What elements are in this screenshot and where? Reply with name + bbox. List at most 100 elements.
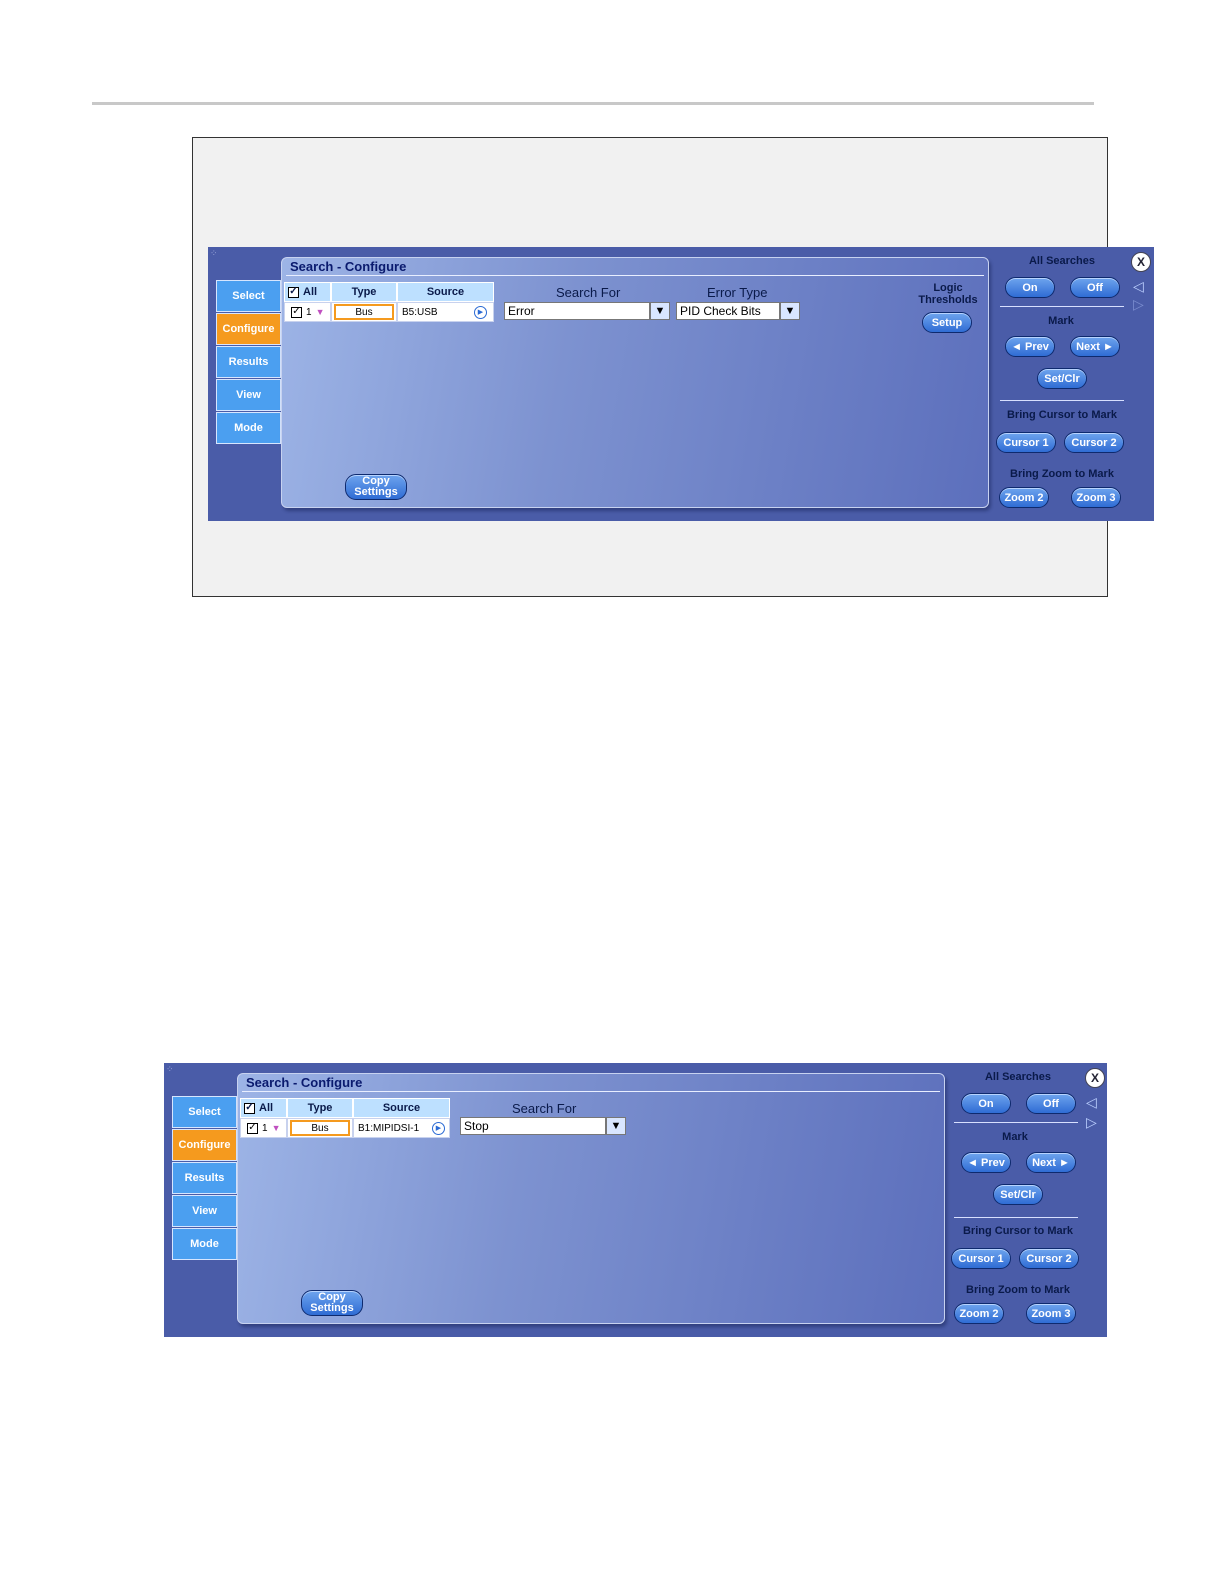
all-searches-off-button[interactable]: Off xyxy=(1070,277,1120,298)
row-checkbox-icon[interactable]: ✓ xyxy=(291,306,302,318)
tab-results[interactable]: Results xyxy=(172,1162,237,1194)
search-for-label: Search For xyxy=(556,285,621,300)
row-source-cell[interactable]: B1:MIPIDSI-1 ▶ xyxy=(353,1118,450,1138)
header-all[interactable]: ✓ All xyxy=(240,1098,287,1118)
all-searches-on-button[interactable]: On xyxy=(1005,277,1055,298)
side-divider-2 xyxy=(1000,400,1124,401)
row-index: 1 xyxy=(306,306,312,318)
cursor2-button[interactable]: Cursor 2 xyxy=(1019,1248,1079,1269)
all-checkbox-icon[interactable]: ✓ xyxy=(244,1102,255,1114)
row-select-cell[interactable]: ✓ 1 ▼ xyxy=(284,302,331,322)
tab-view[interactable]: View xyxy=(172,1195,237,1227)
mark-next-button[interactable]: Next ► xyxy=(1026,1152,1076,1173)
source-select-icon[interactable]: ▶ xyxy=(474,305,487,319)
source-value: B1:MIPIDSI-1 xyxy=(358,1122,420,1134)
mark-prev-button[interactable]: ◄ Prev xyxy=(1005,336,1055,357)
all-searches-on-button[interactable]: On xyxy=(961,1093,1011,1114)
copy-settings-line2: Settings xyxy=(310,1302,354,1314)
bring-zoom-label: Bring Zoom to Mark xyxy=(1010,468,1114,480)
header-all-label: All xyxy=(303,286,318,298)
copy-settings-button[interactable]: Copy Settings xyxy=(345,474,407,500)
configure-area: Search - Configure ✓ All Type Source ✓ 1… xyxy=(281,257,989,508)
grip-icon: ⁘ xyxy=(210,248,218,258)
mark-label: Mark xyxy=(1048,315,1074,327)
row-dropdown-icon[interactable]: ▼ xyxy=(316,307,325,317)
all-checkbox-icon[interactable]: ✓ xyxy=(288,286,299,298)
row-checkbox-icon[interactable]: ✓ xyxy=(247,1122,258,1134)
nav-left-icon[interactable]: ◁ xyxy=(1133,279,1144,293)
search-for-label: Search For xyxy=(512,1101,577,1116)
source-select-icon[interactable]: ▶ xyxy=(432,1121,445,1135)
error-type-dropdown-arrow-icon[interactable]: ▼ xyxy=(780,302,800,320)
setup-button[interactable]: Setup xyxy=(922,312,972,333)
copy-settings-button[interactable]: Copy Settings xyxy=(301,1290,363,1316)
header-type: Type xyxy=(331,282,397,302)
row-source-cell[interactable]: B5:USB ▶ xyxy=(397,302,494,322)
cursor2-button[interactable]: Cursor 2 xyxy=(1064,432,1124,453)
bring-cursor-label: Bring Cursor to Mark xyxy=(1006,409,1117,421)
zoom2-button[interactable]: Zoom 2 xyxy=(954,1303,1004,1324)
nav-right-icon[interactable]: ▷ xyxy=(1086,1115,1097,1129)
type-value[interactable]: Bus xyxy=(334,304,394,320)
tab-select[interactable]: Select xyxy=(172,1096,237,1128)
tab-view[interactable]: View xyxy=(216,379,281,411)
configure-area: Search - Configure ✓ All Type Source ✓ 1… xyxy=(237,1073,945,1324)
header-source: Source xyxy=(353,1098,450,1118)
tab-mode[interactable]: Mode xyxy=(172,1228,237,1260)
cursor1-button[interactable]: Cursor 1 xyxy=(996,432,1056,453)
nav-right-icon[interactable]: ▷ xyxy=(1133,297,1144,311)
mark-setclr-button[interactable]: Set/Clr xyxy=(1037,368,1087,389)
search-for-dropdown-arrow-icon[interactable]: ▼ xyxy=(650,302,670,320)
tab-list: Select Configure Results View Mode xyxy=(216,280,281,445)
source-value: B5:USB xyxy=(402,306,438,318)
bring-zoom-label: Bring Zoom to Mark xyxy=(966,1284,1070,1296)
logic-thresholds-label: Logic Thresholds xyxy=(918,282,978,306)
mark-setclr-button[interactable]: Set/Clr xyxy=(993,1184,1043,1205)
error-type-label: Error Type xyxy=(707,285,768,300)
type-value[interactable]: Bus xyxy=(290,1120,350,1136)
title-divider xyxy=(242,1091,940,1092)
row-type-cell[interactable]: Bus xyxy=(331,302,397,322)
close-icon[interactable]: X xyxy=(1131,252,1151,272)
row-select-cell[interactable]: ✓ 1 ▼ xyxy=(240,1118,287,1138)
zoom3-button[interactable]: Zoom 3 xyxy=(1026,1303,1076,1324)
mark-prev-button[interactable]: ◄ Prev xyxy=(961,1152,1011,1173)
search-for-dropdown[interactable]: Stop xyxy=(460,1117,606,1135)
all-searches-off-button[interactable]: Off xyxy=(1026,1093,1076,1114)
search-configure-panel-1: ⁘ Select Configure Results View Mode Sea… xyxy=(208,247,1154,521)
tab-select[interactable]: Select xyxy=(216,280,281,312)
tab-mode[interactable]: Mode xyxy=(216,412,281,444)
cursor1-button[interactable]: Cursor 1 xyxy=(951,1248,1011,1269)
tab-configure[interactable]: Configure xyxy=(172,1129,237,1161)
header-all[interactable]: ✓ All xyxy=(284,282,331,302)
zoom2-button[interactable]: Zoom 2 xyxy=(999,487,1049,508)
mark-label: Mark xyxy=(1002,1131,1028,1143)
bring-cursor-label: Bring Cursor to Mark xyxy=(962,1225,1073,1237)
tab-results[interactable]: Results xyxy=(216,346,281,378)
error-type-dropdown[interactable]: PID Check Bits xyxy=(676,302,780,320)
mark-next-button[interactable]: Next ► xyxy=(1070,336,1120,357)
zoom3-button[interactable]: Zoom 3 xyxy=(1071,487,1121,508)
header-source: Source xyxy=(397,282,494,302)
tab-configure[interactable]: Configure xyxy=(216,313,281,345)
panel-title: Search - Configure xyxy=(290,259,407,274)
row-dropdown-icon[interactable]: ▼ xyxy=(272,1123,281,1133)
grip-icon: ⁘ xyxy=(166,1064,174,1074)
search-for-dropdown-arrow-icon[interactable]: ▼ xyxy=(606,1117,626,1135)
search-for-dropdown[interactable]: Error xyxy=(504,302,650,320)
row-type-cell[interactable]: Bus xyxy=(287,1118,353,1138)
side-divider-1 xyxy=(954,1122,1078,1123)
header-type: Type xyxy=(287,1098,353,1118)
copy-settings-line2: Settings xyxy=(354,486,398,498)
panel-title: Search - Configure xyxy=(246,1075,363,1090)
close-icon[interactable]: X xyxy=(1085,1068,1105,1088)
side-divider-2 xyxy=(954,1217,1078,1218)
row-index: 1 xyxy=(262,1122,268,1134)
page-top-rule xyxy=(92,102,1094,105)
all-searches-label: All Searches xyxy=(984,1071,1052,1083)
nav-left-icon[interactable]: ◁ xyxy=(1086,1095,1097,1109)
search-configure-panel-2: ⁘ Select Configure Results View Mode Sea… xyxy=(164,1063,1107,1337)
all-searches-label: All Searches xyxy=(1028,255,1096,267)
side-divider-1 xyxy=(1000,306,1124,307)
title-divider xyxy=(286,275,984,276)
